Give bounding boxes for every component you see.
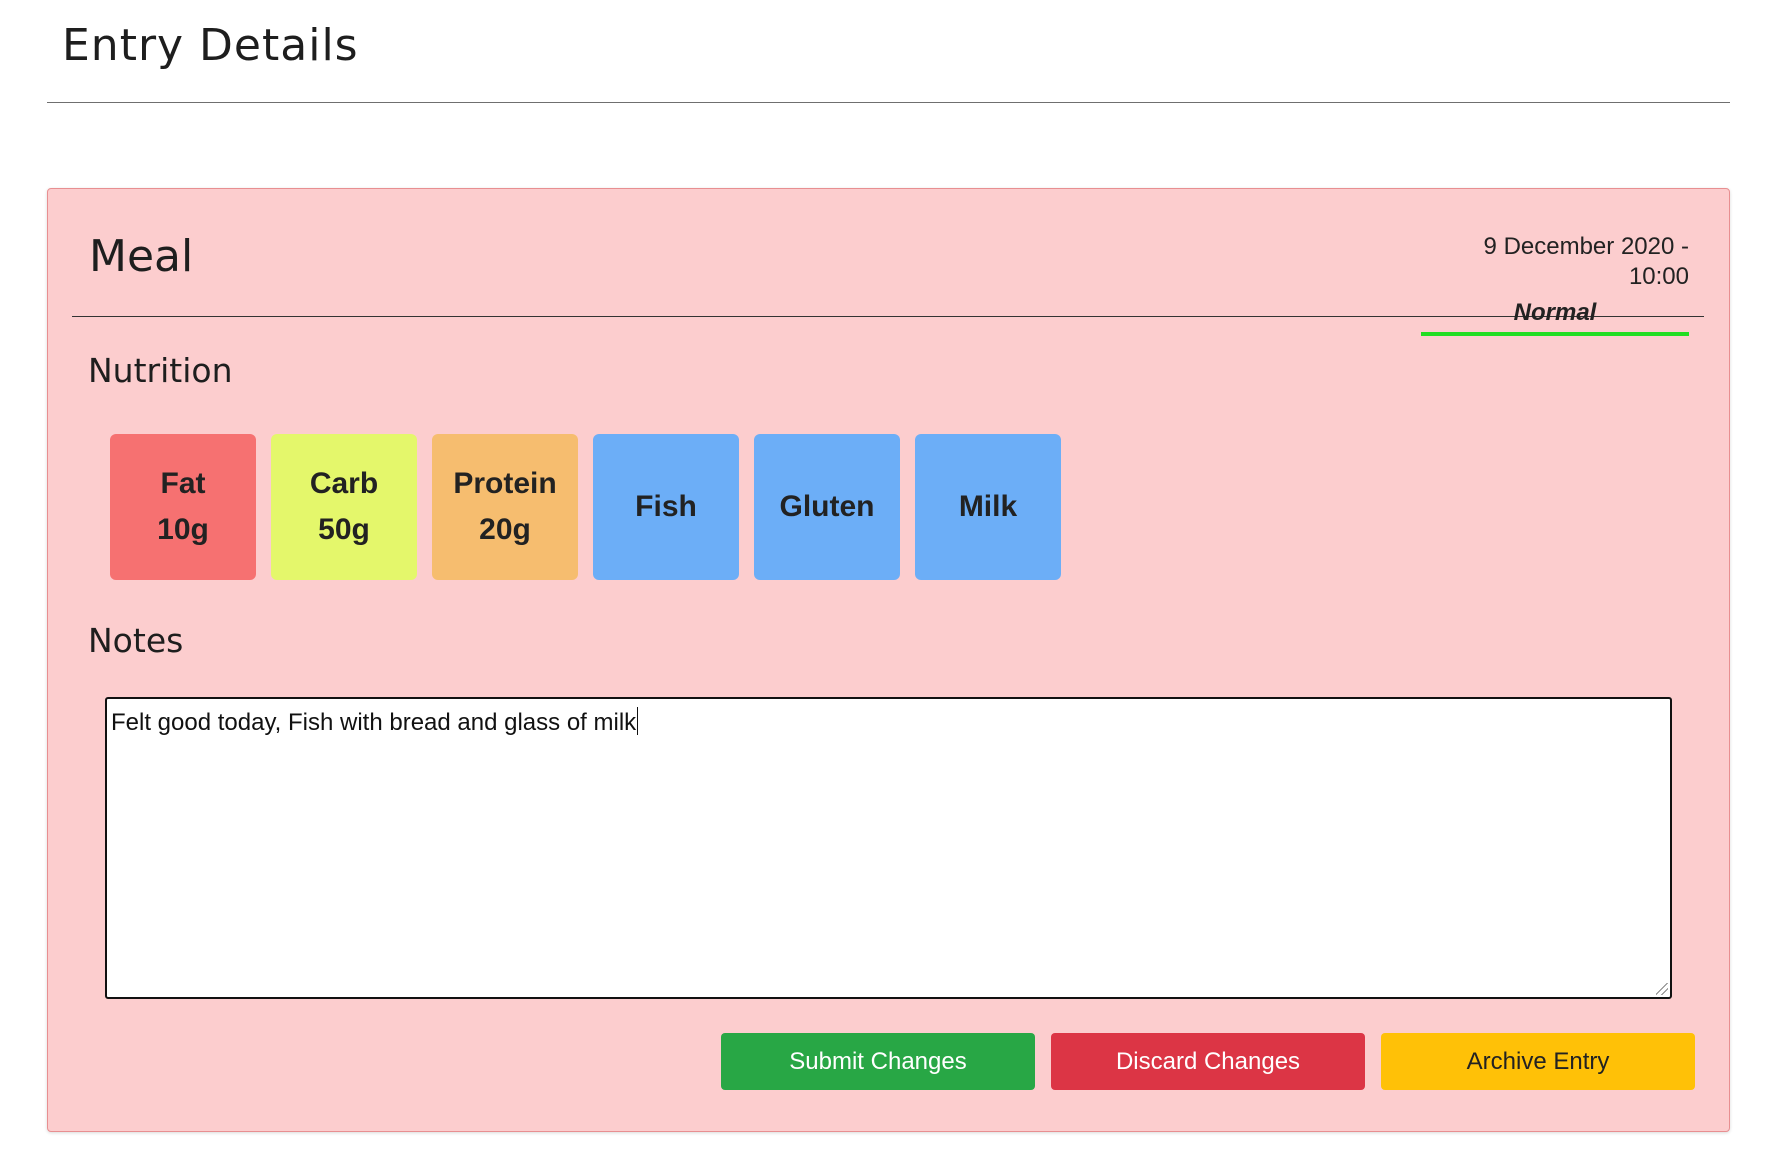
tile-label: Gluten bbox=[779, 490, 875, 523]
nutrition-tile-fat: Fat 10g bbox=[110, 434, 256, 580]
resize-grip-icon[interactable] bbox=[1656, 983, 1668, 995]
archive-entry-button[interactable]: Archive Entry bbox=[1381, 1033, 1695, 1090]
tile-label: Carb bbox=[309, 467, 379, 500]
nutrition-tile-gluten: Gluten bbox=[754, 434, 900, 580]
entry-status-badge: Normal bbox=[1421, 296, 1689, 336]
tile-label: Milk bbox=[958, 490, 1018, 523]
nutrition-tile-carb: Carb 50g bbox=[271, 434, 417, 580]
tile-label: Fish bbox=[635, 490, 697, 523]
notes-value: Felt good today, Fish with bread and gla… bbox=[111, 709, 637, 736]
nutrition-tile-fish: Fish bbox=[593, 434, 739, 580]
tile-label: Protein bbox=[453, 467, 557, 500]
entry-meta: 9 December 2020 - 10:00 Normal bbox=[1421, 232, 1689, 336]
notes-text: Felt good today, Fish with bread and gla… bbox=[111, 707, 639, 738]
tile-value: 10g bbox=[157, 513, 209, 546]
discard-changes-button[interactable]: Discard Changes bbox=[1051, 1033, 1365, 1090]
entry-type-title: Meal bbox=[89, 231, 194, 282]
nutrition-section-title: Nutrition bbox=[88, 351, 233, 390]
text-caret bbox=[637, 707, 639, 735]
page-title: Entry Details bbox=[62, 20, 359, 71]
entry-card: Meal 9 December 2020 - 10:00 Normal Nutr… bbox=[47, 188, 1730, 1132]
submit-changes-button[interactable]: Submit Changes bbox=[721, 1033, 1035, 1090]
tile-label: Fat bbox=[160, 467, 206, 500]
notes-section-title: Notes bbox=[88, 621, 184, 660]
nutrition-tile-milk: Milk bbox=[915, 434, 1061, 580]
entry-card-header: Meal 9 December 2020 - 10:00 Normal bbox=[72, 189, 1704, 336]
tile-value: 20g bbox=[479, 513, 531, 546]
page-header: Entry Details bbox=[47, 0, 1730, 103]
nutrition-tile-protein: Protein 20g bbox=[432, 434, 578, 580]
notes-textarea[interactable]: Felt good today, Fish with bread and gla… bbox=[105, 697, 1672, 999]
entry-actions: Submit Changes Discard Changes Archive E… bbox=[721, 1033, 1695, 1090]
entry-datetime: 9 December 2020 - 10:00 bbox=[1483, 233, 1689, 290]
nutrition-tiles: Fat 10g Carb 50g Protein 20g Fish Gluten… bbox=[110, 434, 1061, 580]
tile-value: 50g bbox=[318, 513, 370, 546]
